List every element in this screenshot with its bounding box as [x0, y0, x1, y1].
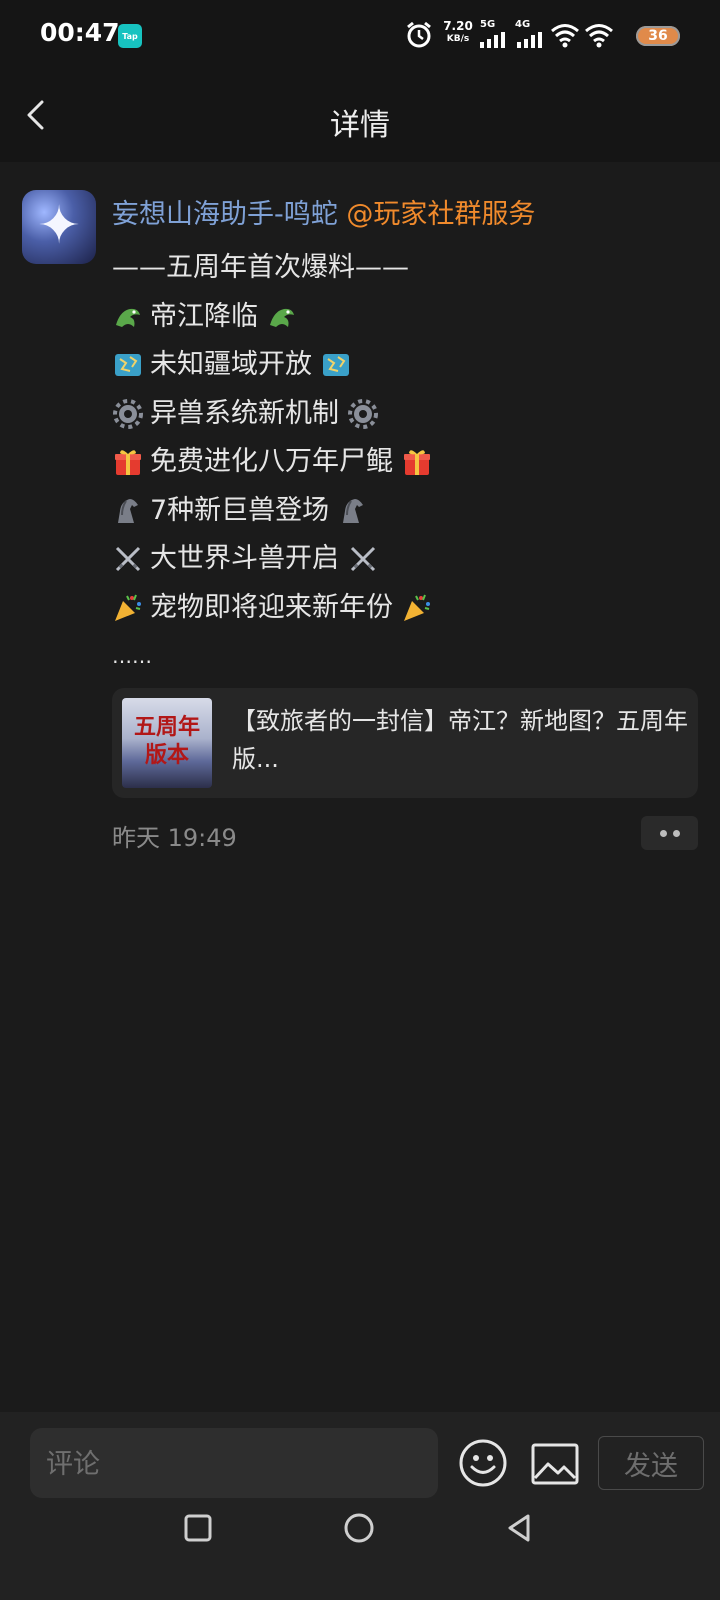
mention-link[interactable]: @玩家社群服务 — [346, 199, 535, 230]
dot-icon — [659, 829, 667, 837]
status-bar: 00:47 Tap 7.20 KB/s 5G 4G 36 — [0, 0, 720, 70]
line-text: 免费进化八万年尸鲲 — [150, 446, 393, 477]
line-text: 异兽系统新机制 — [150, 397, 339, 429]
dot-icon — [672, 829, 680, 837]
gear-icon — [348, 398, 378, 429]
top-navigation-bar: 详情 — [0, 70, 720, 162]
gift-icon — [115, 450, 141, 476]
dragon-icon — [270, 308, 294, 327]
avatar-emblem: ✦ — [37, 196, 81, 256]
thumbnail-text: 版本 — [144, 742, 189, 768]
clock: 00:47 — [40, 18, 120, 47]
alarm-icon — [407, 21, 431, 48]
horse-icon — [343, 498, 364, 523]
line-text: ——五周年首次爆料—— — [112, 252, 409, 283]
send-button[interactable]: 发送 — [598, 1436, 704, 1490]
line-text: 大世界斗兽开启 — [150, 543, 339, 574]
crossed-swords-icon — [350, 547, 376, 572]
line-text: 未知疆域开放 — [150, 349, 312, 380]
line-text: 宠物即将迎来新年份 — [150, 591, 393, 623]
back-triangle-icon[interactable] — [504, 1512, 534, 1544]
horse-icon — [118, 498, 138, 523]
dragon-icon — [116, 308, 140, 327]
line-text: …… — [112, 644, 152, 668]
post-timestamp: 昨天 19:49 — [112, 824, 237, 852]
comment-input-container[interactable] — [30, 1428, 438, 1500]
content-line: 免费进化八万年尸鲲 — [112, 438, 433, 487]
comment-input[interactable] — [44, 1428, 428, 1500]
author-line: 妄想山海助手-鸣蛇 @玩家社群服务 — [112, 192, 535, 231]
wifi-icon — [551, 24, 579, 48]
content-line: 帝江降临 — [112, 293, 433, 342]
party-popper-icon — [404, 594, 430, 621]
party-popper-icon — [115, 594, 141, 621]
recent-apps-icon[interactable] — [182, 1512, 214, 1544]
article-thumbnail: 五周年 版本 — [122, 698, 212, 788]
line-text: 帝江降临 — [150, 300, 258, 332]
signal-5g: 5G — [480, 20, 510, 48]
article-title: 【致旅者的一封信】帝江？新地图？五周年版... — [232, 707, 688, 773]
image-icon[interactable] — [530, 1442, 580, 1486]
content-line: 未知疆域开放 — [112, 341, 433, 390]
content-line: ——五周年首次爆料—— — [112, 244, 433, 293]
content-line: 异兽系统新机制 — [112, 390, 433, 439]
content-line: …… — [112, 632, 433, 681]
signal-bars-icon — [480, 32, 505, 48]
home-icon[interactable] — [342, 1512, 376, 1546]
avatar[interactable]: ✦ — [22, 190, 96, 264]
map-icon — [323, 354, 349, 377]
taptap-app-icon: Tap — [118, 24, 142, 48]
comment-composer-bar: 发送 — [0, 1412, 720, 1600]
wifi-icon — [585, 24, 613, 48]
author-name[interactable]: 妄想山海助手-鸣蛇 — [112, 199, 338, 230]
post-content: ——五周年首次爆料—— 帝江降临 未知疆域开放 异兽系统新机制 免费进化八万年尸… — [112, 244, 433, 681]
battery-indicator: 36 — [636, 26, 680, 46]
line-text: 7种新巨兽登场 — [150, 494, 330, 526]
gift-icon — [404, 450, 430, 476]
more-options-button[interactable] — [641, 816, 698, 850]
map-icon — [115, 354, 141, 377]
gear-icon — [113, 398, 143, 429]
signal-4g: 4G — [515, 20, 547, 48]
content-line: 大世界斗兽开启 — [112, 535, 433, 584]
emoji-icon[interactable] — [458, 1438, 508, 1488]
crossed-swords-icon — [115, 547, 141, 572]
network-speed: 7.20 KB/s — [443, 19, 473, 45]
thumbnail-text: 五周年 — [133, 714, 200, 740]
content-line: 7种新巨兽登场 — [112, 487, 433, 536]
page-title: 详情 — [330, 108, 390, 143]
linked-article-card[interactable]: 五周年 版本 【致旅者的一封信】帝江？新地图？五周年版... — [112, 688, 698, 798]
content-line: 宠物即将迎来新年份 — [112, 584, 433, 633]
status-icons: 7.20 KB/s 5G 4G 36 — [400, 0, 720, 70]
signal-bars-icon — [517, 32, 542, 48]
